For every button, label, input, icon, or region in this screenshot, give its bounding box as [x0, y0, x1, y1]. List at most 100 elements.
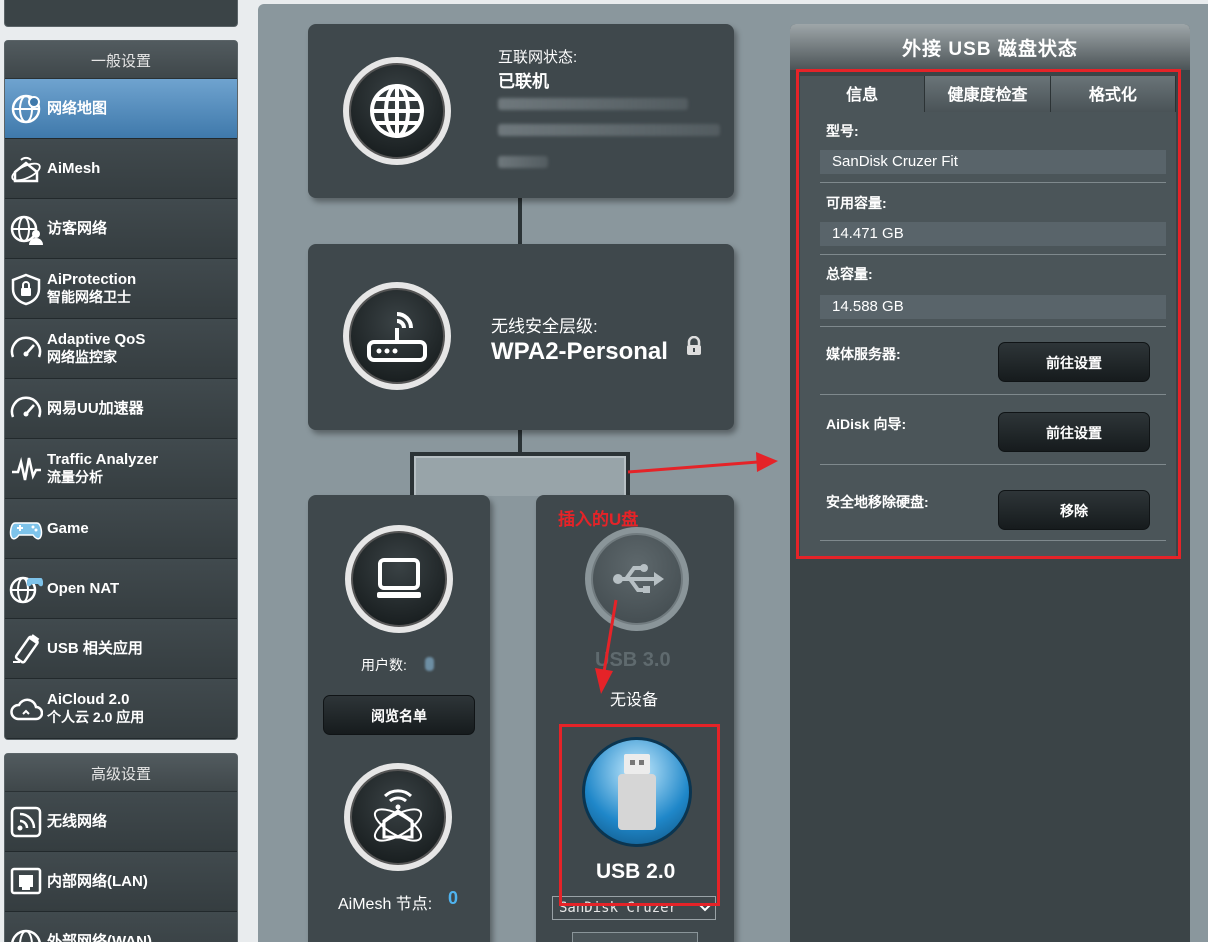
sidebar-item-network-map[interactable]: 网络地图 [5, 79, 237, 139]
sidebar-item-adaptive-qos[interactable]: Adaptive QoS 网络监控家 [5, 319, 237, 379]
computer-icon [377, 558, 421, 598]
sidebar-item-label: Traffic Analyzer [47, 451, 159, 468]
aimesh-node-label: AiMesh 节点: [338, 896, 433, 913]
globe-gamepad-icon [5, 559, 47, 619]
usb3-label: USB 3.0 [595, 649, 671, 671]
blurred-client-count [425, 657, 434, 671]
sidebar-top-stub [4, 0, 238, 27]
wire-branch-frame [414, 456, 626, 496]
sidebar-advanced: 高级设置 无线网络内部网络(LAN) 外部网络(WAN) [4, 753, 238, 942]
sidebar-item-uu-accelerator[interactable]: 网易UU加速器 [5, 379, 237, 439]
sidebar-item-text: 网易UU加速器 [47, 400, 144, 418]
sidebar-item-text: AiMesh [47, 160, 100, 178]
sidebar-item-usb-apps[interactable]: USB 相关应用 [5, 619, 237, 679]
sidebar-item-aiprotection[interactable]: AiProtection 智能网络卫士 [5, 259, 237, 319]
usb-panel-title: 外接 USB 磁盘状态 [790, 24, 1190, 70]
sidebar-item-label: Adaptive QoS [47, 331, 146, 348]
sidebar-item-label: 外部网络(WAN) [47, 932, 152, 942]
speedometer-icon [5, 319, 47, 379]
gamepad-icon [9, 521, 43, 540]
lan-icon [5, 852, 47, 912]
sidebar-item-text: 外部网络(WAN) [47, 933, 152, 942]
traffic-wave-icon [12, 456, 41, 480]
wire-usb [626, 452, 630, 500]
sidebar-item-label: AiMesh [47, 159, 101, 177]
sidebar-item-guest-network[interactable]: 访客网络 [5, 199, 237, 259]
speedometer-icon [5, 379, 47, 439]
sidebar-item-lan[interactable]: 内部网络(LAN) [5, 852, 237, 912]
annotation-box-usb-drive [559, 724, 720, 906]
wifi-icon [10, 806, 42, 837]
clients-icon-ring [345, 525, 453, 633]
cloud-icon [5, 679, 47, 739]
sidebar-item-label: 内部网络(LAN) [47, 872, 148, 890]
cloud-icon [10, 698, 43, 720]
guest-network-icon [5, 199, 47, 259]
router-icon-ring [343, 282, 451, 390]
sidebar-item-open-nat[interactable]: Open NAT [5, 559, 237, 619]
guest-network-icon [10, 215, 43, 245]
clients-label: 用户数: [361, 657, 407, 673]
network-map-icon [11, 94, 41, 123]
sidebar-item-label: 访客网络 [47, 219, 108, 237]
globe-icon [10, 929, 42, 942]
sidebar-item-aicloud[interactable]: AiCloud 2.0 个人云 2.0 应用 [5, 679, 237, 739]
sidebar-item-text: 无线网络 [47, 813, 107, 831]
sidebar-advanced-header: 高级设置 [5, 754, 237, 792]
sidebar-item-text: 访客网络 [47, 220, 107, 238]
wifi-icon [5, 792, 47, 852]
globe-icon [370, 84, 424, 138]
speedometer-icon [10, 396, 42, 417]
sidebar-item-game[interactable]: Game [5, 499, 237, 559]
sidebar-item-sublabel: 流量分析 [47, 469, 103, 485]
sidebar-item-label: 网络地图 [47, 99, 108, 117]
sidebar-item-text: 内部网络(LAN) [47, 873, 148, 891]
usb-extra-control[interactable] [572, 932, 698, 942]
internet-status-label: 互联网状态: [498, 49, 578, 66]
router-card[interactable]: 无线安全层级: WPA2-Personal [308, 244, 734, 430]
sidebar-item-label: 无线网络 [47, 812, 108, 830]
sidebar-item-wan[interactable]: 外部网络(WAN) [5, 912, 237, 942]
sidebar-item-sublabel: 网络监控家 [47, 349, 117, 365]
aimesh-icon [11, 156, 41, 182]
sidebar-item-traffic-analyzer[interactable]: Traffic Analyzer 流量分析 [5, 439, 237, 499]
shield-icon [5, 259, 47, 319]
globe-gamepad-icon [9, 576, 43, 603]
sidebar-item-text: Game [47, 520, 89, 538]
sidebar-general-header: 一般设置 [5, 41, 237, 79]
traffic-wave-icon [5, 439, 47, 499]
wireless-security-label: 无线安全层级: [491, 317, 598, 336]
usb-stick-icon [5, 619, 47, 679]
sidebar-item-sublabel: 个人云 2.0 应用 [47, 709, 145, 725]
sidebar-item-text: USB 相关应用 [47, 640, 143, 658]
blurred-wan-ip [498, 98, 688, 110]
usb-symbol-icon [613, 564, 664, 593]
internet-card[interactable]: 互联网状态: 已联机 [308, 24, 734, 198]
internet-icon-ring [343, 57, 451, 165]
sidebar-item-text: AiCloud 2.0 个人云 2.0 应用 [47, 691, 144, 726]
sidebar-item-text: Traffic Analyzer 流量分析 [47, 451, 158, 486]
sidebar-item-text: AiProtection 智能网络卫士 [47, 271, 136, 306]
annotation-box-usb-info [796, 69, 1181, 559]
clients-card[interactable]: 用户数: 阅览名单 AiMesh 节点: 0 [308, 495, 490, 942]
router-icon [367, 312, 427, 362]
usb3-status: 无设备 [610, 692, 659, 709]
shield-icon [11, 273, 41, 305]
sidebar-item-label: USB 相关应用 [47, 639, 143, 657]
sidebar-item-text: Open NAT [47, 580, 119, 598]
wireless-security-value: WPA2-Personal [491, 338, 668, 365]
sidebar-item-wireless[interactable]: 无线网络 [5, 792, 237, 852]
sidebar-item-sublabel: 智能网络卫士 [47, 289, 131, 305]
gamepad-icon [5, 499, 47, 559]
aimesh-icon [5, 139, 47, 199]
speedometer-icon [10, 336, 42, 357]
sidebar-item-aimesh[interactable]: AiMesh [5, 139, 237, 199]
sidebar-item-label: AiProtection [47, 271, 137, 288]
aimesh-node-count: 0 [448, 888, 459, 908]
view-client-list-button[interactable]: 阅览名单 [323, 695, 475, 735]
aimesh-node-icon [373, 789, 423, 842]
globe-icon [5, 912, 47, 942]
blurred-status [498, 156, 548, 168]
sidebar-item-text: Adaptive QoS 网络监控家 [47, 331, 145, 366]
annotation-text: 插入的U盘 [558, 510, 639, 529]
